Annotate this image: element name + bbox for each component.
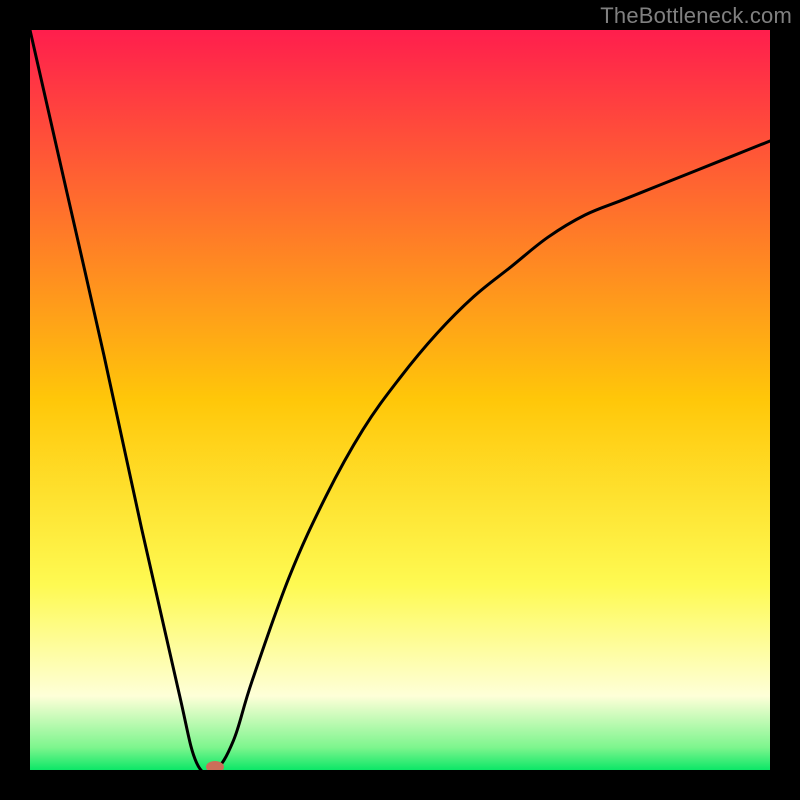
watermark-text: TheBottleneck.com [600, 3, 792, 29]
bottleneck-curve [30, 30, 770, 770]
chart-container: TheBottleneck.com [0, 0, 800, 800]
plot-area [30, 30, 770, 770]
curve-layer [30, 30, 770, 770]
